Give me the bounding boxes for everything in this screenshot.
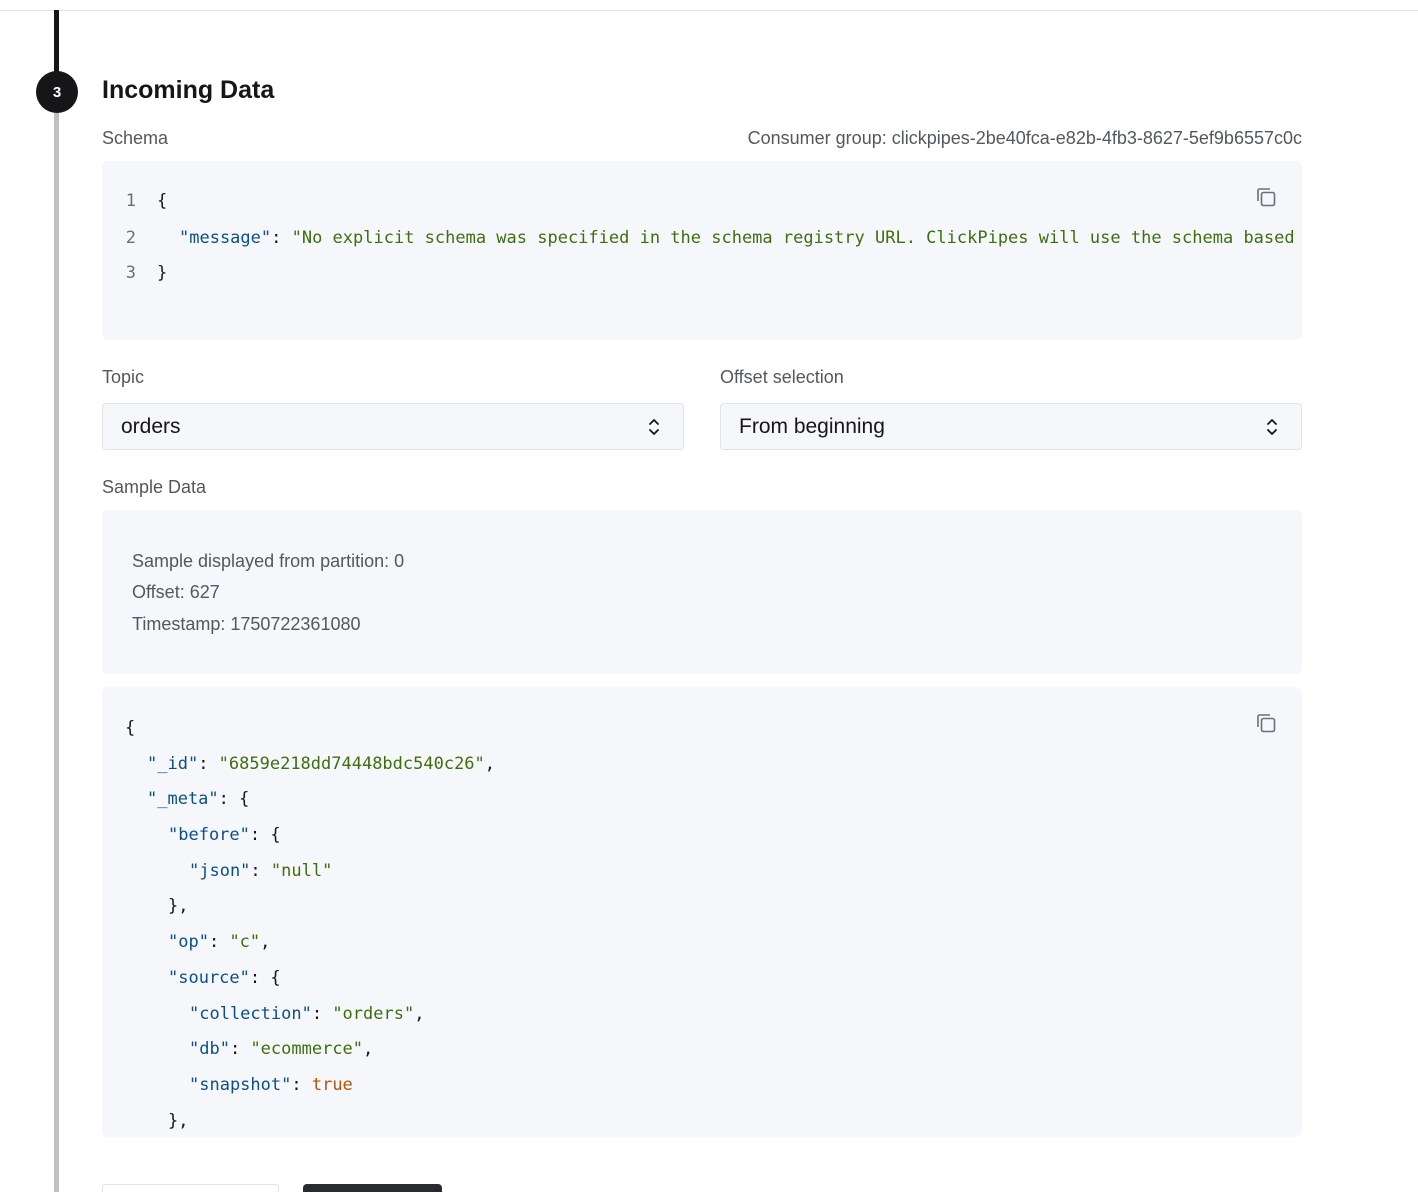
- schema-code-block[interactable]: 1 2 3 { "message": "No explicit schema w…: [102, 161, 1302, 340]
- sample-timestamp-text: Timestamp: 1750722361080: [132, 614, 361, 634]
- code-line: "collection": "orders",: [189, 1004, 425, 1024]
- chevron-up-down-icon: [1267, 419, 1277, 435]
- schema-label: Schema: [102, 128, 169, 148]
- brace: {: [125, 718, 136, 738]
- copy-icon[interactable]: [1255, 712, 1277, 734]
- brace: },: [168, 896, 189, 916]
- json-string-value: "6859e218dd74448bdc540c26": [218, 754, 485, 774]
- next-button[interactable]: [303, 1184, 442, 1192]
- copy-icon[interactable]: [1255, 186, 1277, 208]
- sample-partition-text: Sample displayed from partition: 0: [132, 551, 405, 571]
- sample-info-panel: Sample displayed from partition: 0 Offse…: [102, 510, 1302, 674]
- brace: },: [168, 1111, 189, 1131]
- sample-json-block[interactable]: { "_id": "6859e218dd74448bdc540c26", "_m…: [102, 687, 1302, 1137]
- json-string-value: "orders": [332, 1004, 415, 1024]
- brace: }: [157, 263, 168, 283]
- code-line: "message": "No explicit schema was speci…: [179, 228, 1302, 248]
- json-key: "before": [168, 825, 250, 845]
- code-line: {: [125, 718, 135, 738]
- code-line: "_meta": {: [147, 789, 250, 809]
- json-key: "db": [189, 1039, 230, 1059]
- json-key: "message": [179, 228, 272, 248]
- sample-data-label: Sample Data: [102, 477, 207, 497]
- code-line: {: [157, 191, 167, 211]
- consumer-group-text: Consumer group: clickpipes-2be40fca-e82b…: [747, 128, 1302, 148]
- json-key: "json": [189, 861, 251, 881]
- step-rail-pending: [54, 100, 59, 1192]
- brace: {: [157, 191, 168, 211]
- code-line: "op": "c",: [168, 932, 271, 952]
- code-line: "db": "ecommerce",: [189, 1039, 374, 1059]
- top-divider: [0, 10, 1418, 11]
- code-line: "json": "null": [189, 861, 333, 881]
- offset-selection-label: Offset selection: [720, 367, 844, 387]
- chevron-up-down-icon: [649, 419, 659, 435]
- json-key: "_meta": [147, 789, 219, 809]
- code-line: },: [168, 1111, 188, 1131]
- json-key: "source": [168, 968, 250, 988]
- code-line: "source": {: [168, 968, 281, 988]
- step-number-badge: 3: [36, 71, 78, 113]
- sample-offset-text: Offset: 627: [132, 582, 220, 602]
- json-string-value: "c": [229, 932, 261, 952]
- json-key: "collection": [189, 1004, 312, 1024]
- code-line: "_id": "6859e218dd74448bdc540c26",: [147, 754, 496, 774]
- json-key: "_id": [147, 754, 199, 774]
- code-line: },: [168, 896, 188, 916]
- json-key: "op": [168, 932, 209, 952]
- json-string-value: "ecommerce": [250, 1039, 364, 1059]
- topic-selected-value: orders: [121, 414, 181, 438]
- topic-select[interactable]: orders: [102, 403, 684, 450]
- json-string-value: "No explicit schema was specified in the…: [291, 228, 1295, 248]
- line-number: 1: [125, 191, 136, 211]
- offset-select[interactable]: From beginning: [720, 403, 1302, 450]
- code-line: }: [157, 263, 167, 283]
- code-line: "before": {: [168, 825, 281, 845]
- json-string-value: "null": [270, 861, 333, 881]
- code-line: "snapshot": true: [189, 1075, 353, 1095]
- back-button[interactable]: [102, 1184, 279, 1192]
- offset-selected-value: From beginning: [739, 414, 885, 438]
- line-number: 3: [125, 263, 136, 283]
- topic-label: Topic: [102, 367, 145, 387]
- line-number: 2: [125, 228, 136, 248]
- json-boolean-value: true: [311, 1075, 353, 1095]
- section-title: Incoming Data: [102, 76, 275, 104]
- json-key: "snapshot": [189, 1075, 292, 1095]
